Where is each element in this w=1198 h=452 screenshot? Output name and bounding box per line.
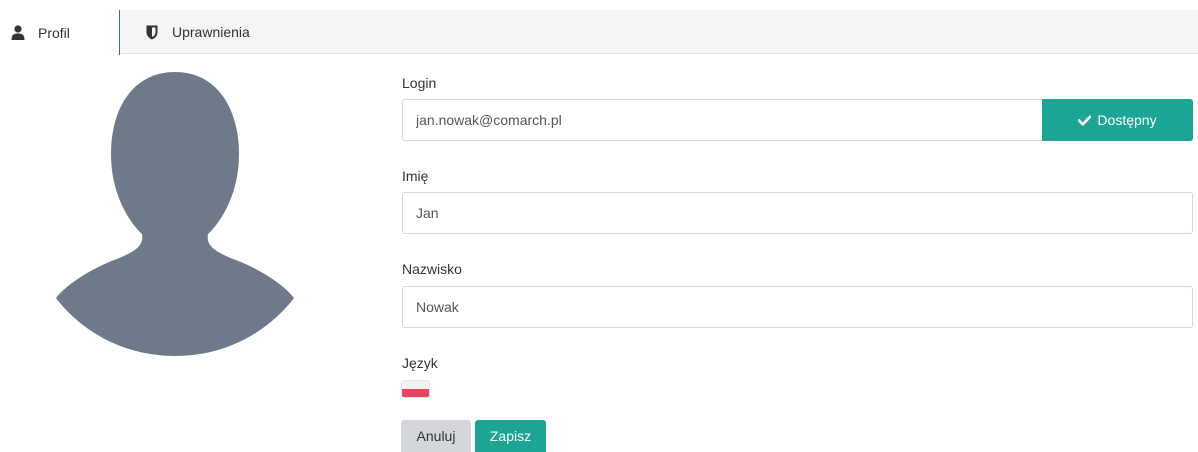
pl-flag-icon[interactable] <box>402 381 429 397</box>
last-name-label: Nazwisko <box>402 261 462 277</box>
shield-icon <box>144 24 160 40</box>
login-input[interactable] <box>402 99 1043 141</box>
language-label: Język <box>402 355 438 371</box>
tab-uprawnienia[interactable]: Uprawnienia <box>120 10 250 54</box>
check-icon <box>1078 115 1092 126</box>
cancel-button[interactable]: Anuluj <box>401 420 471 452</box>
avatar <box>56 72 294 356</box>
first-name-input[interactable] <box>402 192 1193 234</box>
user-icon <box>10 25 26 41</box>
login-label: Login <box>402 75 437 91</box>
available-button[interactable]: Dostępny <box>1042 99 1193 141</box>
first-name-label: Imię <box>402 168 429 184</box>
tab-bar: Profil Uprawnienia <box>0 10 1198 55</box>
tab-profil[interactable]: Profil <box>0 10 120 55</box>
tab-label: Uprawnienia <box>172 24 250 40</box>
tab-label: Profil <box>38 24 70 41</box>
available-label: Dostępny <box>1097 112 1157 128</box>
user-silhouette-icon <box>56 72 294 356</box>
save-button[interactable]: Zapisz <box>475 420 546 452</box>
last-name-input[interactable] <box>402 286 1193 328</box>
